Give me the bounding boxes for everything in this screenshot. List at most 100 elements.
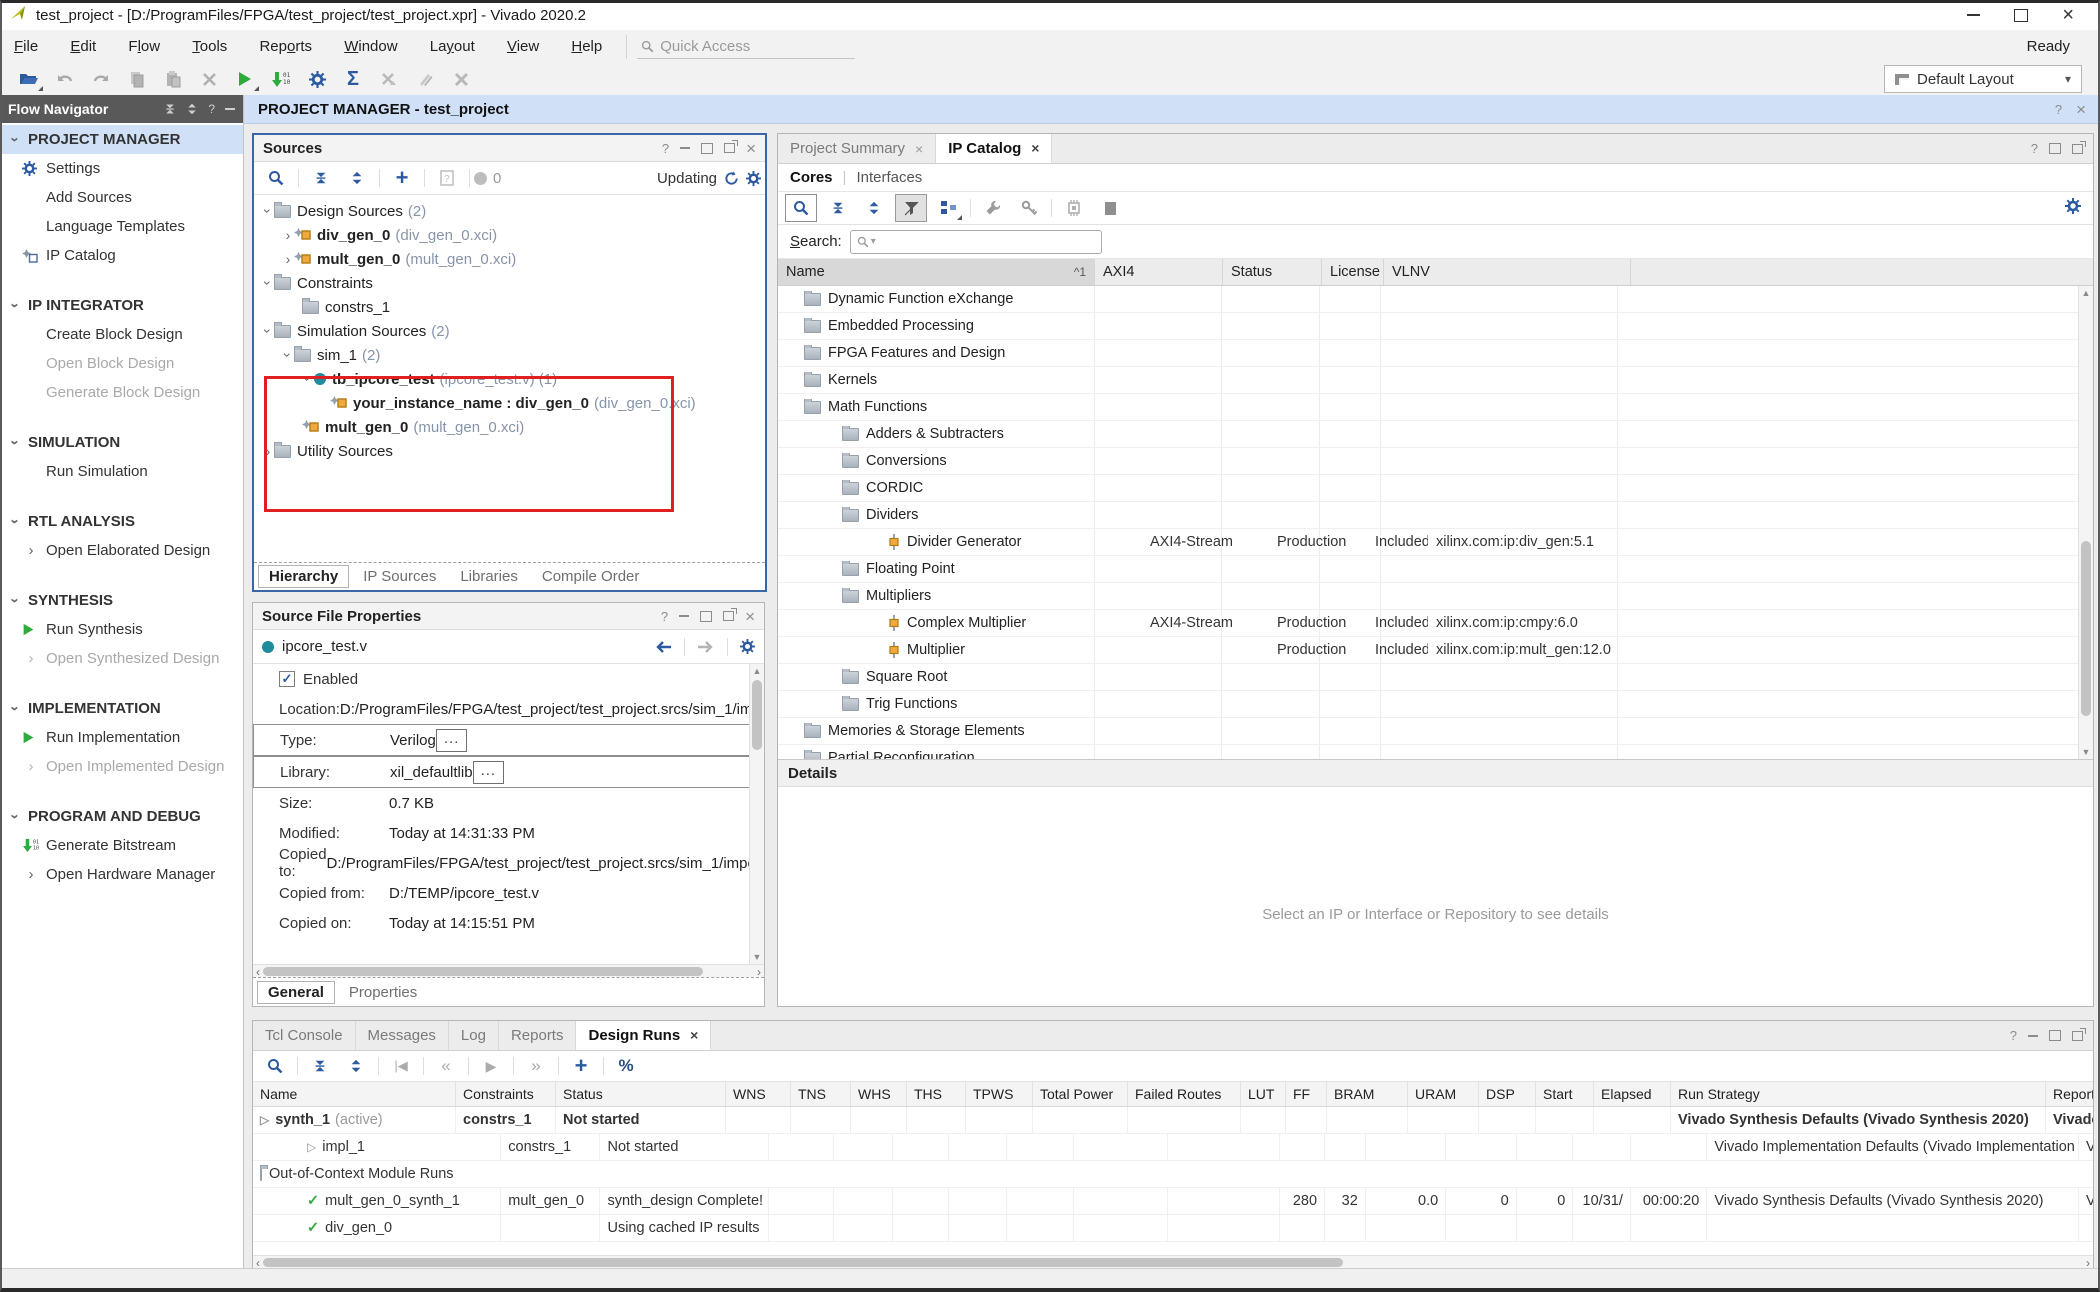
collapse-all-button[interactable] [823,195,853,221]
undo-button[interactable] [50,66,80,92]
scroll-thumb[interactable] [2081,541,2091,716]
open-file-button[interactable]: ? [432,165,462,191]
collapse-all-icon[interactable] [164,103,176,115]
flow-navigator-row[interactable]: › 0110 › Run Synthesis [0,615,243,644]
source-tree-row[interactable]: › div_gen_0 (div_gen_0.xci) [254,223,765,247]
close-tab-icon[interactable]: × [690,1027,698,1043]
menu-item[interactable]: Tools [178,38,241,55]
menu-item[interactable]: Window [330,38,411,55]
column-header[interactable]: Failed Routes [1128,1082,1241,1106]
catalog-row[interactable]: › Square Root [778,664,2093,691]
flow-navigator-row[interactable]: › 0110 › Run Implementation [0,723,243,752]
catalog-vertical-scrollbar[interactable]: ▲ ▼ [2078,286,2093,759]
help-icon[interactable]: ? [661,609,668,624]
source-tree-row[interactable]: › mult_gen_0 (mult_gen_0.xci) [254,247,765,271]
catalog-row[interactable]: › Dynamic Function eXchange [778,286,2093,313]
tab-log[interactable]: Log [449,1021,499,1050]
catalog-row[interactable]: › Dividers [778,502,2093,529]
flow-navigator-row[interactable]: › 0110 › PROGRAM AND DEBUG [0,802,243,831]
design-runs-horizontal-scrollbar[interactable]: ‹ › [253,1255,2093,1269]
repository-button[interactable] [1095,195,1125,221]
maximize-icon[interactable] [700,611,712,622]
minimize-icon[interactable] [2028,1035,2038,1037]
close-tab-icon[interactable]: × [1031,140,1039,156]
expand-all-icon[interactable] [186,103,198,115]
forward-arrow-icon[interactable] [697,640,715,654]
source-tree-row[interactable]: › sim_1 (2) [254,343,765,367]
menu-item[interactable]: Help [557,38,616,55]
catalog-row[interactable]: › Adders & Subtracters [778,421,2093,448]
percent-utilization-button[interactable]: % [611,1053,641,1079]
open-recent-button[interactable] [14,66,44,92]
tab-libraries[interactable]: Libraries [450,566,528,587]
flow-navigator-row[interactable]: › 0110 › IMPLEMENTATION [0,694,243,723]
menu-item[interactable]: View [493,38,553,55]
float-icon[interactable] [2072,144,2083,154]
design-run-row[interactable]: › ▷ ✓ mult_gen_0_synth_1 mult_gen_0 synt… [253,1188,2093,1215]
title-bar[interactable]: test_project - [D:/ProgramFiles/FPGA/tes… [0,0,2100,31]
create-run-button[interactable]: + [566,1053,596,1079]
column-header[interactable]: Name [253,1082,456,1106]
design-run-row[interactable]: › ▷ ✓ div_gen_0 Using cached IP results [253,1215,2093,1242]
float-icon[interactable] [724,143,735,153]
refresh-icon[interactable] [724,171,739,186]
column-header[interactable]: URAM [1408,1082,1479,1106]
expand-all-button[interactable] [341,1053,371,1079]
column-license[interactable]: License [1322,259,1384,285]
column-name[interactable]: Name ^1 [778,259,1095,285]
close-tab-icon[interactable]: × [915,141,923,157]
flow-navigator-row[interactable]: › 0110 › Settings [0,154,243,183]
column-header[interactable]: FF [1286,1082,1327,1106]
scroll-up-icon[interactable]: ▲ [2079,287,2093,299]
catalog-row[interactable]: › Divider Generator AXI4-Stream Producti… [778,529,2093,556]
minimize-icon[interactable] [225,108,235,110]
column-header[interactable]: Report Strategy [2046,1082,2093,1106]
generate-bitstream-button[interactable]: 0110 [266,66,296,92]
column-header[interactable]: THS [907,1082,966,1106]
column-status[interactable]: Status [1223,259,1322,285]
scroll-thumb[interactable] [263,1258,1343,1267]
report-button[interactable]: Σ [338,66,368,92]
column-header[interactable]: LUT [1241,1082,1286,1106]
column-header[interactable]: TPWS [966,1082,1033,1106]
catalog-row[interactable]: › Kernels [778,367,2093,394]
column-header[interactable]: Total Power [1033,1082,1128,1106]
flow-navigator-row[interactable]: › 0110 › Open Synthesized Design [0,644,243,673]
menu-item[interactable]: File [0,38,52,55]
delete-button[interactable] [194,66,224,92]
catalog-row[interactable]: › FPGA Features and Design [778,340,2093,367]
cancel-run-button[interactable] [374,66,404,92]
catalog-row[interactable]: › Partial Reconfiguration [778,745,2093,759]
customize-ip-button[interactable] [978,195,1008,221]
design-run-row[interactable]: › ▷ ✓ synth_1 (active) constrs_1 Not sta… [253,1107,2093,1134]
add-to-block-design-button[interactable] [933,195,963,221]
window-close-button[interactable]: × [2062,5,2074,25]
layout-selector[interactable]: Default Layout ▾ [1884,65,2082,93]
quick-access-search[interactable]: Quick Access [637,35,855,59]
column-header[interactable]: WHS [851,1082,907,1106]
catalog-row[interactable]: › Conversions [778,448,2093,475]
minimize-icon[interactable] [679,615,689,617]
menu-item[interactable]: Flow [114,38,174,55]
flow-navigator-row[interactable]: › 0110 › IP INTEGRATOR [0,291,243,320]
catalog-row[interactable]: › Embedded Processing [778,313,2093,340]
tab-reports[interactable]: Reports [499,1021,577,1050]
scroll-down-icon[interactable]: ▼ [2079,746,2093,758]
expand-all-button[interactable] [342,165,372,191]
column-header[interactable]: Run Strategy [1671,1082,2046,1106]
catalog-row[interactable]: › Memories & Storage Elements [778,718,2093,745]
float-icon[interactable] [2072,1031,2083,1041]
more-button[interactable]: ... [436,729,468,752]
flow-navigator-row[interactable]: › 0110 › Open Hardware Manager [0,860,243,889]
scroll-down-icon[interactable]: ▼ [750,951,764,963]
source-tree-row[interactable]: › Constraints [254,271,765,295]
gear-icon[interactable] [2065,198,2081,214]
flow-navigator-row[interactable]: › 0110 › Add Sources [0,183,243,212]
flow-navigator-row[interactable]: › 0110 › Open Block Design [0,349,243,378]
pencil-edit-button[interactable] [410,66,440,92]
more-button[interactable]: ... [473,761,505,784]
search-button[interactable] [785,194,817,222]
skip-to-first-button[interactable]: |◀ [386,1053,416,1079]
maximize-icon[interactable] [2049,1030,2061,1041]
search-button[interactable] [260,1053,290,1079]
